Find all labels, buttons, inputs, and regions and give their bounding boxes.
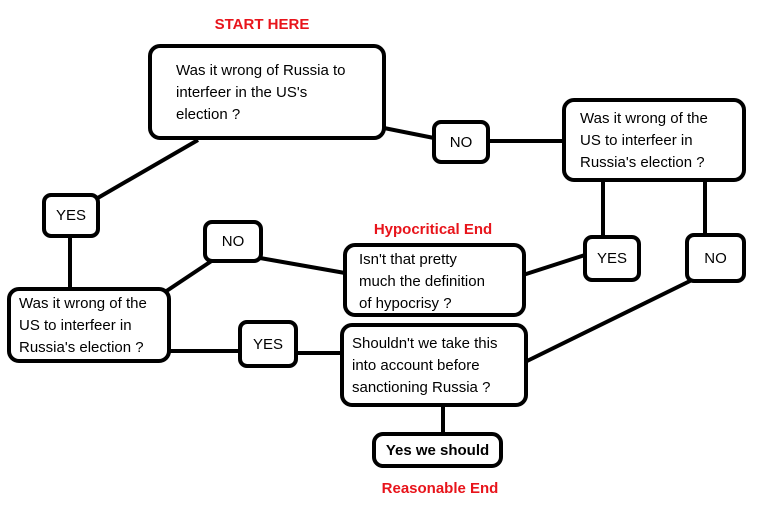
node-text: Was it wrong of Russia to (176, 62, 346, 79)
node-text: Russia's election ? (19, 339, 144, 356)
edge-label-yes: YES (238, 320, 298, 368)
node-text: sanctioning Russia ? (352, 379, 491, 396)
node-hypocrisy: Isn't that pretty much the definition of… (343, 243, 526, 317)
node-text: into account before (352, 357, 480, 374)
node-final: Yes we should (372, 432, 503, 468)
node-text: Was it wrong of the (580, 110, 708, 127)
node-text: interfeer in the US's (176, 84, 308, 101)
hypocritical-end-label: Hypocritical End (373, 221, 493, 238)
node-text: Shouldn't we take this (352, 335, 498, 352)
node-text: election ? (176, 106, 241, 123)
node-text: US to interfeer in (19, 317, 132, 334)
edge-line (163, 258, 215, 294)
node-text: of hypocrisy ? (359, 295, 452, 312)
start-label: START HERE (214, 16, 310, 33)
edge-label-no: NO (432, 120, 490, 164)
node-text: much the definition (359, 273, 485, 290)
node-text: Russia's election ? (580, 154, 705, 171)
node-sanction: Shouldn't we take this into account befo… (340, 323, 528, 407)
node-us-interference-right: Was it wrong of the US to interfeer in R… (562, 98, 746, 182)
edge-label-no: NO (203, 220, 263, 263)
flowchart: START HERE Was it wrong of Russia to int… (0, 0, 768, 513)
edge-label-yes: YES (42, 193, 100, 238)
node-russia-interference: Was it wrong of Russia to interfeer in t… (148, 44, 386, 140)
edge-line (94, 138, 200, 201)
edge-line (383, 126, 435, 140)
node-text: Was it wrong of the (19, 295, 147, 312)
node-text: Isn't that pretty (359, 251, 457, 268)
node-text: US to interfeer in (580, 132, 693, 149)
reasonable-end-label: Reasonable End (381, 480, 499, 497)
edge-line (524, 278, 693, 364)
node-us-interference-left: Was it wrong of the US to interfeer in R… (7, 287, 171, 363)
edge-label-no: NO (685, 233, 746, 283)
edge-line (522, 253, 586, 277)
edge-line (259, 256, 346, 275)
edge-label-yes: YES (583, 235, 641, 282)
